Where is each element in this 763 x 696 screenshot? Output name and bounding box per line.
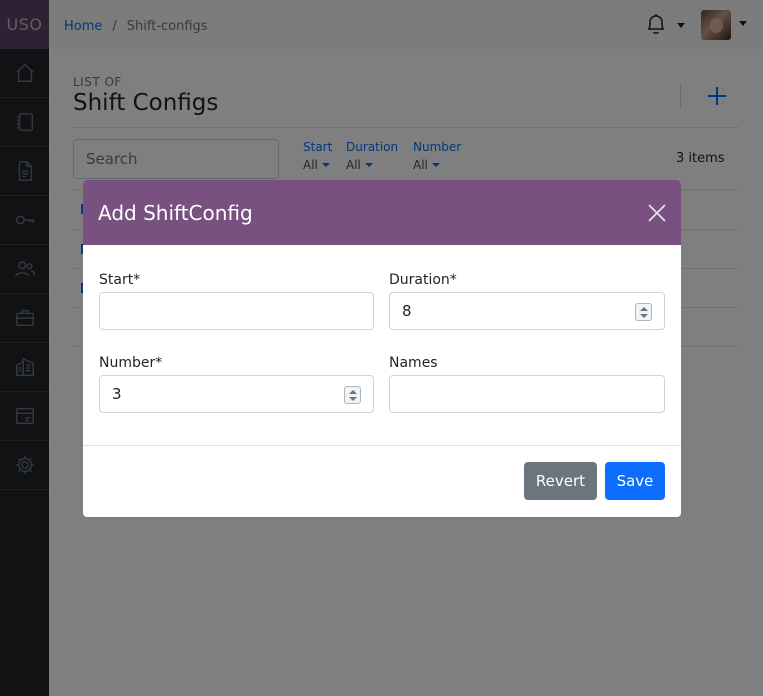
- stepper-down-icon[interactable]: [349, 397, 357, 401]
- number-label: Number*: [99, 355, 163, 371]
- stepper-down-icon[interactable]: [640, 314, 648, 318]
- number-field[interactable]: 3: [99, 375, 374, 413]
- names-field[interactable]: [389, 375, 665, 413]
- number-stepper[interactable]: [344, 386, 361, 404]
- close-icon: [648, 204, 666, 222]
- modal-footer: Revert Save: [83, 445, 681, 517]
- stepper-up-icon[interactable]: [349, 390, 357, 394]
- number-value: 3: [112, 385, 122, 403]
- save-button[interactable]: Save: [605, 462, 665, 500]
- duration-field[interactable]: 8: [389, 292, 665, 330]
- duration-value: 8: [402, 302, 412, 320]
- close-button[interactable]: [648, 204, 666, 222]
- modal-header: Add ShiftConfig: [83, 180, 681, 245]
- start-field[interactable]: [99, 292, 374, 330]
- modal-body: Start* Duration* 8 Number* 3 Names: [83, 245, 681, 445]
- revert-button[interactable]: Revert: [524, 462, 597, 500]
- stepper-up-icon[interactable]: [640, 307, 648, 311]
- names-label: Names: [389, 355, 438, 371]
- duration-label: Duration*: [389, 272, 457, 288]
- modal-title: Add ShiftConfig: [98, 200, 253, 225]
- duration-stepper[interactable]: [635, 303, 652, 321]
- add-shift-config-dialog: Add ShiftConfig Start* Duration* 8 Numbe…: [83, 180, 681, 517]
- start-label: Start*: [99, 272, 141, 288]
